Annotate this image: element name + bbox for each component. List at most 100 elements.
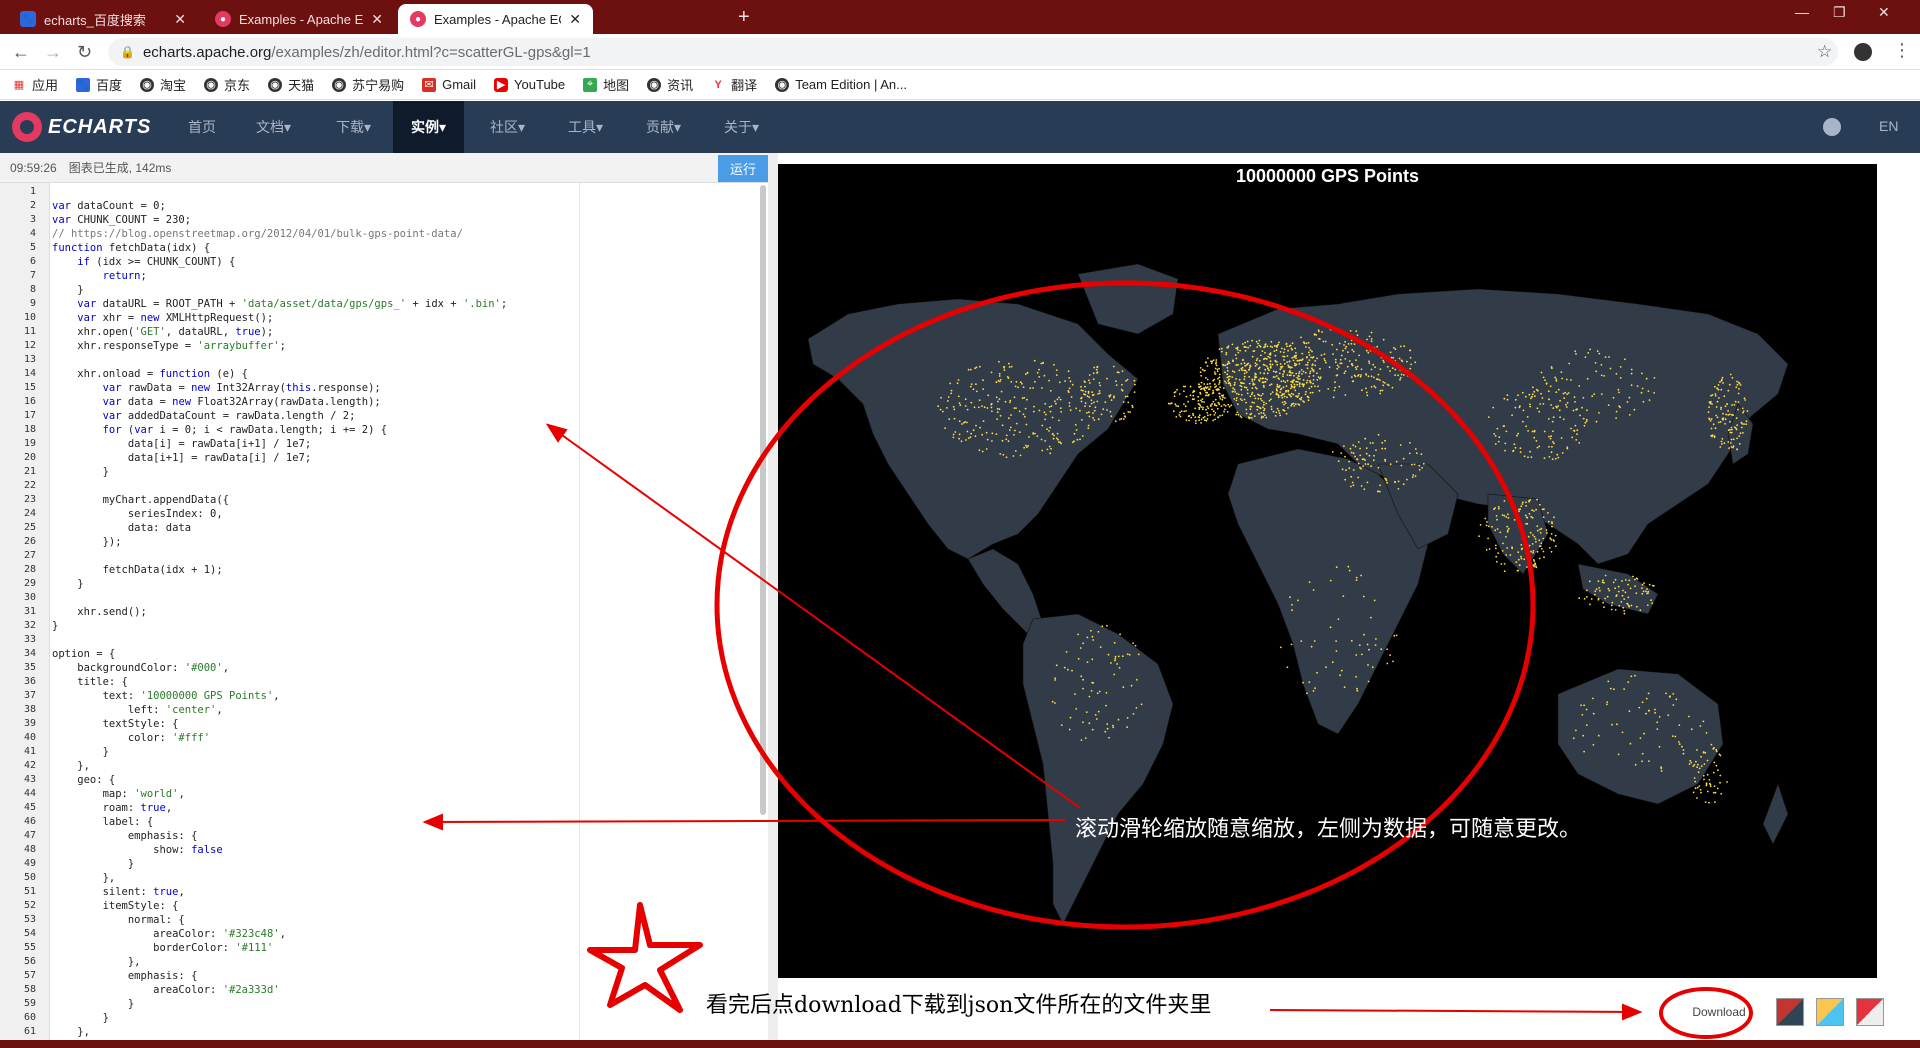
gps-point xyxy=(1641,372,1643,375)
bookmark-jd[interactable]: ◉ 京东 xyxy=(204,75,250,94)
gps-point xyxy=(1357,476,1360,479)
gps-point xyxy=(1091,394,1094,397)
gps-point xyxy=(1638,706,1641,709)
gps-point xyxy=(1119,633,1121,636)
gps-point xyxy=(1275,393,1278,396)
bookmark-suning[interactable]: ◉ 苏宁易购 xyxy=(332,75,404,94)
bookmark-taobao[interactable]: ◉ 淘宝 xyxy=(140,75,186,94)
gps-point xyxy=(1552,416,1555,419)
gps-point xyxy=(1310,645,1313,648)
bookmark-news[interactable]: ◉ 资讯 xyxy=(647,75,693,94)
gps-point xyxy=(1200,422,1202,424)
nav-docs[interactable]: 文档▾ xyxy=(256,101,291,153)
gps-point xyxy=(1609,687,1612,690)
gps-point xyxy=(1350,342,1353,345)
bookmark-translate[interactable]: Y 翻译 xyxy=(711,75,758,94)
gps-point xyxy=(1578,385,1581,387)
panel-splitter[interactable] xyxy=(768,153,778,1040)
gps-point xyxy=(1370,616,1372,619)
line-number: 23 xyxy=(23,494,36,505)
bookmark-gmail[interactable]: ✉ Gmail xyxy=(422,77,476,92)
nav-examples[interactable]: 实例▾ xyxy=(393,101,465,153)
maximize-button[interactable]: ❐ xyxy=(1833,4,1846,21)
back-arrow-icon[interactable]: ← xyxy=(12,42,30,63)
echarts-logo[interactable]: ECHARTS xyxy=(12,112,151,142)
theme-default-swatch[interactable] xyxy=(1856,998,1884,1026)
nav-community[interactable]: 社区▾ xyxy=(490,101,525,153)
chart-canvas[interactable]: 10000000 GPS Points xyxy=(778,164,1877,978)
gps-point xyxy=(1224,371,1226,374)
gps-point xyxy=(1099,384,1101,387)
reload-icon[interactable]: ↻ xyxy=(77,42,92,63)
close-tab-icon[interactable]: ✕ xyxy=(569,11,581,28)
gps-point xyxy=(1307,399,1310,402)
close-window-button[interactable]: ✕ xyxy=(1878,4,1890,21)
bookmark-apps[interactable]: ▦ 应用 xyxy=(12,75,58,94)
theme-dark-swatch[interactable] xyxy=(1776,998,1804,1026)
bookmark-team-edition[interactable]: ◉ Team Edition | An... xyxy=(775,77,907,92)
close-tab-icon[interactable]: ✕ xyxy=(174,11,186,28)
gps-point xyxy=(1305,356,1308,359)
language-switch[interactable]: EN xyxy=(1879,118,1898,134)
gps-point xyxy=(1329,328,1332,331)
gps-point xyxy=(953,408,956,411)
gps-point xyxy=(1286,379,1289,382)
github-icon[interactable] xyxy=(1823,118,1841,136)
gps-point xyxy=(1547,390,1550,393)
bookmark-star-icon[interactable]: ☆ xyxy=(1817,42,1832,62)
tab-baidu[interactable]: 🐾 echarts_百度搜索 ✕ xyxy=(8,4,198,34)
gps-point xyxy=(1651,602,1654,605)
gps-point xyxy=(1516,434,1518,437)
gps-point xyxy=(1188,419,1190,422)
bookmark-maps[interactable]: ⌖ 地图 xyxy=(583,75,629,94)
menu-kebab-icon[interactable]: ⋮ xyxy=(1893,40,1911,61)
gps-point xyxy=(1370,375,1373,378)
bookmark-label: YouTube xyxy=(514,77,566,92)
download-button[interactable]: Download xyxy=(1666,998,1772,1026)
gps-point xyxy=(1222,396,1224,399)
gps-point xyxy=(1093,366,1096,369)
gps-point xyxy=(1739,384,1742,386)
bookmark-tmall[interactable]: ◉ 天猫 xyxy=(268,75,314,94)
code-editor[interactable]: 1 2 3 4 5 6 7 8 9 10 11 12 13 14 15 16 17 18 19 20 21 22 23 24 2… xyxy=(0,183,768,1040)
close-tab-icon[interactable]: ✕ xyxy=(371,11,383,28)
gps-point xyxy=(1009,401,1011,404)
gps-point xyxy=(1082,687,1084,690)
nav-tools[interactable]: 工具▾ xyxy=(568,101,603,153)
nav-contribute[interactable]: 贡献▾ xyxy=(646,101,681,153)
forward-arrow-icon[interactable]: → xyxy=(44,42,62,63)
gps-point xyxy=(1696,766,1698,769)
gps-point xyxy=(1665,692,1667,695)
nav-about[interactable]: 关于▾ xyxy=(724,101,759,153)
bookmark-youtube[interactable]: ▶ YouTube xyxy=(494,77,565,92)
map-pin-icon: ⌖ xyxy=(583,77,598,92)
bookmark-baidu[interactable]: 🐾 百度 xyxy=(76,75,122,94)
gps-point xyxy=(1592,712,1595,715)
profile-avatar[interactable] xyxy=(1854,43,1872,61)
gps-point xyxy=(1307,351,1310,354)
url-input[interactable]: 🔒 echarts.apache.org/examples/zh/editor.… xyxy=(108,38,1838,66)
gps-point xyxy=(1262,384,1265,387)
gps-point xyxy=(1108,736,1110,739)
nav-home[interactable]: 首页 xyxy=(188,101,216,153)
gps-point xyxy=(1602,601,1604,604)
theme-light-swatch[interactable] xyxy=(1816,998,1844,1026)
editor-scrollbar[interactable] xyxy=(760,185,766,815)
gps-point xyxy=(1319,377,1321,380)
gps-point xyxy=(1323,358,1326,360)
gps-point xyxy=(1738,388,1740,390)
new-tab-button[interactable]: + xyxy=(738,6,750,29)
tab-echarts-active[interactable]: ● Examples - Apache ECharts (in ✕ xyxy=(398,4,593,34)
gps-point xyxy=(1219,397,1222,400)
gps-point xyxy=(1252,382,1255,385)
nav-download[interactable]: 下载▾ xyxy=(336,101,371,153)
tab-echarts-1[interactable]: ● Examples - Apache ECharts (in ✕ xyxy=(203,4,395,34)
gps-point xyxy=(1261,399,1263,402)
gps-point xyxy=(1501,514,1504,516)
gps-point xyxy=(1514,398,1517,401)
gps-point xyxy=(1225,382,1227,384)
status-message: 图表已生成, 142ms xyxy=(68,161,172,175)
gps-point xyxy=(1335,640,1337,642)
minimize-button[interactable]: — xyxy=(1795,4,1809,20)
run-button[interactable]: 运行 xyxy=(718,155,768,182)
